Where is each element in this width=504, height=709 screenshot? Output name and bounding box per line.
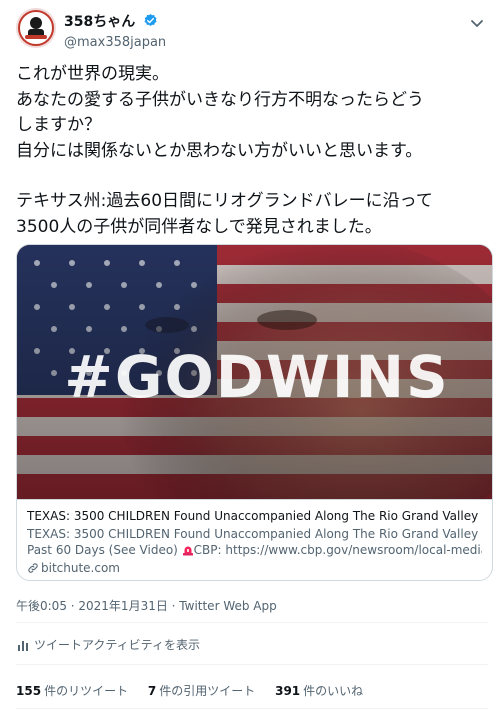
card-description: TEXAS: 3500 CHILDREN Found Unaccompanied… bbox=[27, 526, 482, 558]
likes-count: 391 bbox=[275, 684, 301, 698]
card-image[interactable]: #GODWINS bbox=[17, 245, 492, 499]
tweet-header: 358ちゃん @max358japan bbox=[16, 6, 488, 50]
card-domain[interactable]: bitchute.com bbox=[27, 560, 482, 576]
tweet-line: これが世界の現実。 bbox=[16, 64, 169, 84]
user-handle[interactable]: @max358japan bbox=[64, 35, 166, 50]
verified-badge-icon bbox=[143, 13, 158, 28]
quotes-label: 件の引用ツイート bbox=[159, 684, 256, 698]
link-icon bbox=[27, 562, 39, 574]
tweet-line: 3500人の子供が同伴者なしで発見されました。 bbox=[16, 216, 382, 237]
tweet-timestamp[interactable]: 午後0:05 · 2021年1月31日 · bbox=[16, 599, 179, 613]
divider bbox=[16, 622, 488, 623]
display-name[interactable]: 358ちゃん bbox=[64, 11, 135, 31]
siren-icon bbox=[182, 544, 194, 556]
tweet-text: これが世界の現実。 あなたの愛する子供がいきなり行方不明なったらどう しますか？… bbox=[16, 62, 494, 240]
card-desc-line: TEXAS: 3500 CHILDREN Found Unaccompanied… bbox=[27, 527, 482, 541]
divider bbox=[16, 664, 488, 665]
retweets-label: 件のリツイート bbox=[44, 684, 129, 698]
tweet-activity-label: ツイートアクティビティを表示 bbox=[34, 638, 200, 652]
link-card[interactable]: #GODWINS TEXAS: 3500 CHILDREN Found Unac… bbox=[16, 244, 493, 581]
tweet-line: 自分には関係ないとか思わない方がいいと思います。 bbox=[16, 140, 423, 161]
card-desc-text: Past 60 Days (See Video) bbox=[27, 543, 182, 557]
quotes-count: 7 bbox=[147, 684, 157, 698]
card-domain-text: bitchute.com bbox=[41, 561, 120, 575]
tweet-activity-link[interactable]: ツイートアクティビティを表示 bbox=[16, 636, 200, 653]
likes-stat[interactable]: 391 件のいいね bbox=[275, 682, 363, 699]
tweet-stats: 155 件のリツイート 7 件の引用ツイート 391 件のいいね bbox=[16, 682, 379, 699]
tweet-line: テキサス州:過去60日間にリオグランドバレーに沿って bbox=[16, 191, 433, 211]
retweets-count: 155 bbox=[16, 684, 42, 698]
tweet-line: あなたの愛する子供がいきなり行方不明なったらどう bbox=[16, 89, 424, 110]
card-image-text: #GODWINS bbox=[64, 343, 450, 411]
quotes-stat[interactable]: 7 件の引用ツイート bbox=[148, 682, 255, 699]
tweet-source[interactable]: Twitter Web App bbox=[179, 599, 276, 613]
card-title[interactable]: TEXAS: 3500 CHILDREN Found Unaccompanied… bbox=[27, 508, 482, 524]
tweet-meta: 午後0:05 · 2021年1月31日 · Twitter Web App bbox=[16, 597, 277, 614]
caret-down-icon[interactable] bbox=[466, 12, 488, 34]
card-desc-text: CBP: https://www.cbp.gov/newsroom/local-… bbox=[193, 543, 482, 557]
likes-label: 件のいいね bbox=[303, 684, 364, 698]
tweet-line: しますか？ bbox=[16, 115, 101, 135]
bar-chart-icon bbox=[16, 638, 30, 652]
avatar[interactable] bbox=[16, 8, 56, 48]
retweets-stat[interactable]: 155 件のリツイート bbox=[16, 682, 128, 699]
